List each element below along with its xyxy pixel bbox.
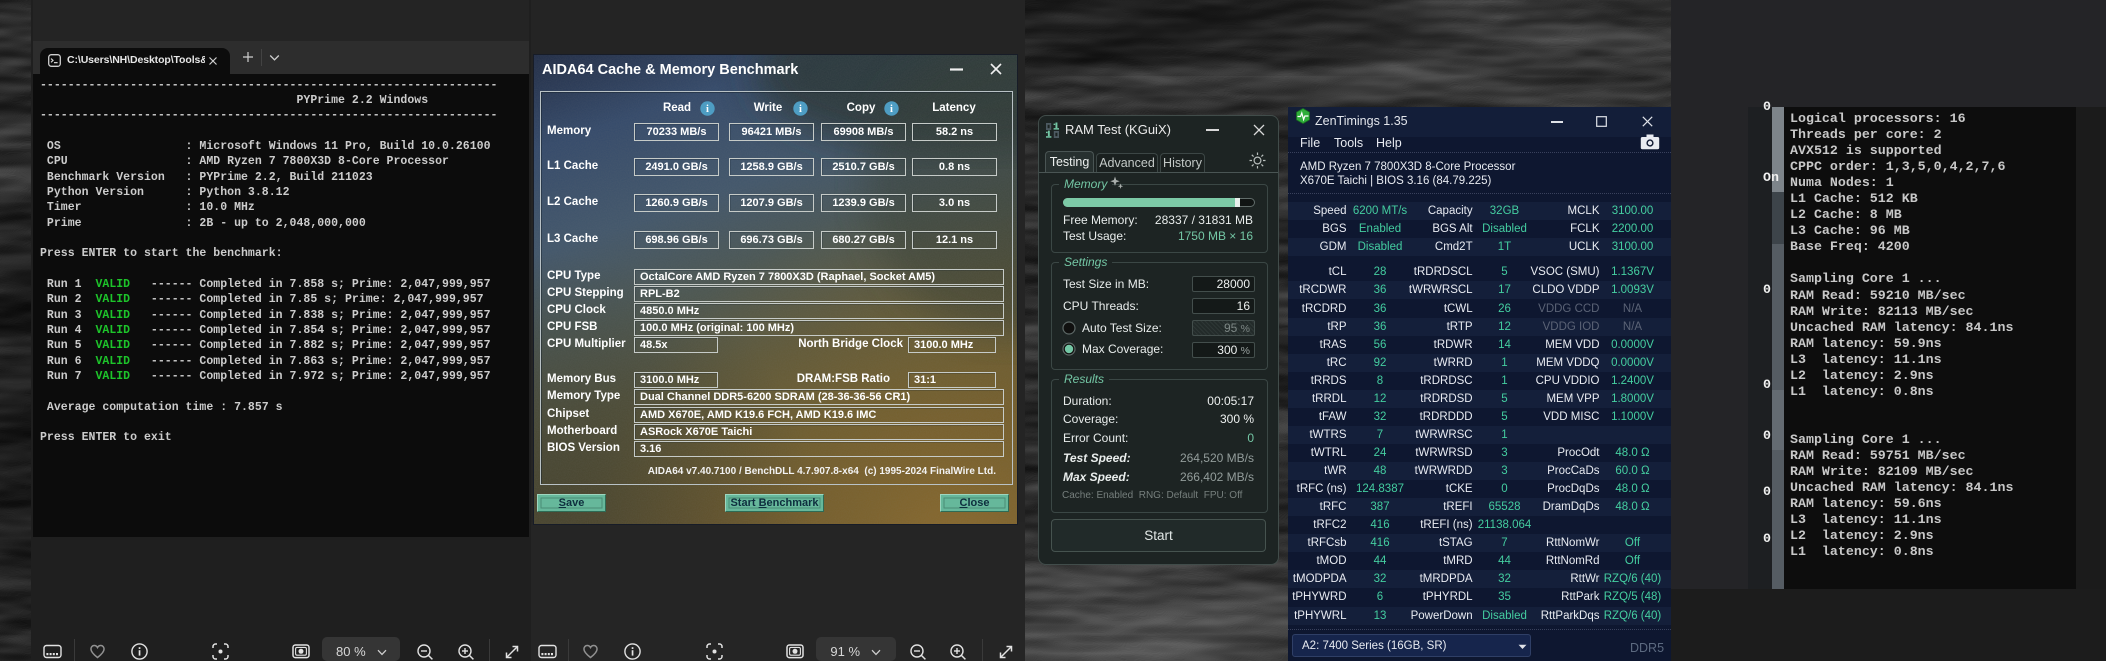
svg-text:i: i	[890, 104, 893, 115]
svg-text:i: i	[799, 104, 802, 115]
svg-text:i: i	[706, 104, 709, 115]
